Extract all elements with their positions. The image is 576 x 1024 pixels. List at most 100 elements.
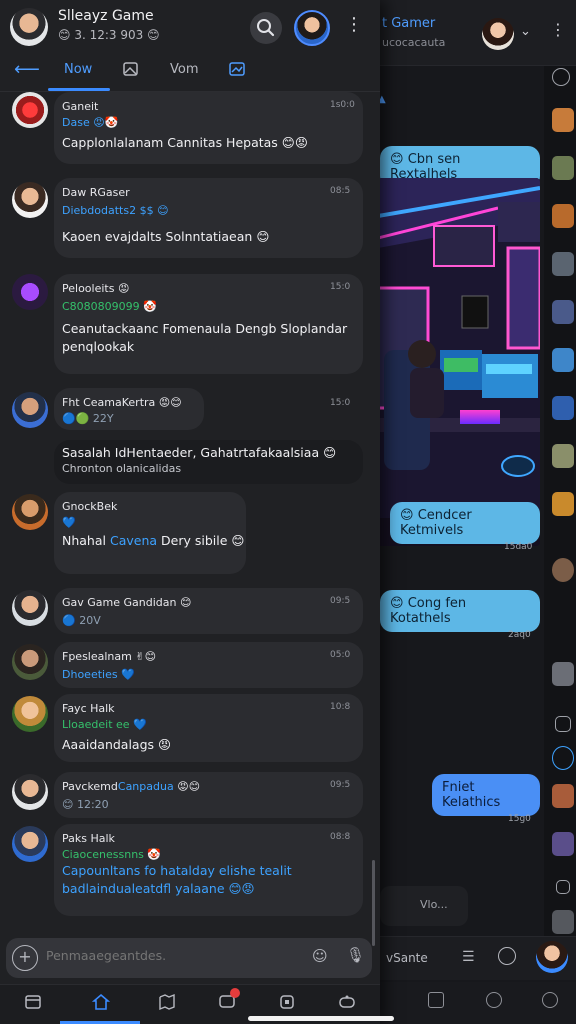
user-avatar[interactable]	[536, 941, 568, 973]
side-thumbnail[interactable]	[552, 832, 574, 856]
message-card[interactable]: Pelooleits 😡 C8080809099 🤡 Ceanutackaanc…	[54, 274, 363, 374]
background-input-bar[interactable]: vSante ☰	[370, 936, 576, 980]
sender-name: Fpeslealnam ✌😊	[62, 650, 157, 663]
tab-media-icon[interactable]	[228, 60, 246, 82]
emoji-icon: 😊	[390, 152, 404, 167]
avatar[interactable]	[12, 92, 48, 128]
gaming-room-photo[interactable]	[378, 178, 540, 546]
list-item[interactable]: Gav Game Gandidan 😊 🔵 20V 09:5	[0, 588, 372, 634]
list-item[interactable]: Ganeit Dase 😡🤡 Capplonlalanam Cannitas H…	[0, 92, 372, 168]
message-time: 15:0	[330, 398, 351, 408]
square-icon	[280, 995, 294, 1009]
side-thumbnail[interactable]	[552, 204, 574, 228]
tab-now[interactable]: Now	[64, 62, 92, 77]
background-chat-subtitle: ucocacauta	[382, 36, 446, 49]
background-message-bubble[interactable]: 😊 Cong fen Kotathels	[380, 590, 540, 632]
background-message-bubble[interactable]: 😊 Cendcer Ketmivels	[390, 502, 540, 544]
side-thumbnail[interactable]	[552, 396, 574, 420]
message-input[interactable]	[46, 948, 296, 963]
message-time: 1s0:0	[330, 100, 355, 110]
message-card[interactable]: Ganeit Dase 😡🤡 Capplonlalanam Cannitas H…	[54, 92, 363, 164]
list-item[interactable]: Fht CeamaKertra 😡😊 🔵🟢 22Y 15:0 Sasalah I…	[0, 388, 372, 484]
list-item[interactable]: Paks Halk Ciaocenessnns 🤡 Capounltans fo…	[0, 824, 372, 918]
message-card[interactable]: PavckemdCanpadua 😡😊 😊 12:20 09:5	[54, 772, 363, 818]
avatar[interactable]	[12, 274, 48, 310]
avatar[interactable]	[12, 696, 48, 732]
arrow-left-icon[interactable]: ⟵	[14, 59, 40, 80]
message-card[interactable]: Daw RGaser Diebdodatts2 $$ 😊 Kaoen evajd…	[54, 178, 363, 258]
side-search-icon[interactable]	[552, 68, 570, 86]
message-feed[interactable]: Ganeit Dase 😡🤡 Capplonlalanam Cannitas H…	[0, 92, 380, 946]
sender-status: C8080809099 🤡	[62, 300, 157, 313]
avatar[interactable]	[12, 644, 48, 680]
list-item[interactable]: Daw RGaser Diebdodatts2 $$ 😊 Kaoen evajd…	[0, 178, 372, 258]
list-item[interactable]: Fayc Halk Lloaedeit ee 💙 Aaaidandalags 😡…	[0, 694, 372, 764]
profile-avatar[interactable]	[294, 10, 330, 46]
list-item[interactable]: GnockBek 💙 Nhahal Cavena Dery sibile 😊	[0, 492, 372, 576]
nav-calendar-icon[interactable]	[20, 993, 46, 1015]
tab-gallery-icon[interactable]	[122, 60, 140, 82]
side-circle-icon[interactable]	[552, 746, 574, 770]
list-item[interactable]: Pelooleits 😡 C8080809099 🤡 Ceanutackaanc…	[0, 274, 372, 374]
search-button[interactable]	[250, 12, 282, 44]
side-square-icon[interactable]	[555, 716, 571, 732]
side-thumbnail[interactable]	[552, 910, 574, 934]
message-card[interactable]: Fht CeamaKertra 😡😊 🔵🟢 22Y	[54, 388, 204, 430]
side-thumbnail[interactable]	[552, 348, 574, 372]
chevron-down-icon[interactable]: ⌄	[520, 24, 531, 39]
message-card[interactable]: Fayc Halk Lloaedeit ee 💙 Aaaidandalags 😡…	[54, 694, 363, 762]
avatar[interactable]	[12, 774, 48, 810]
message-card[interactable]: GnockBek 💙 Nhahal Cavena Dery sibile 😊	[54, 492, 246, 574]
tab-vom[interactable]: Vom	[170, 62, 199, 77]
message-time: 15g0	[508, 814, 531, 824]
nav-home-icon[interactable]	[88, 993, 114, 1015]
message-card[interactable]: Fpeslealnam ✌😊 Dhoeeties 💙 05:0	[54, 642, 363, 688]
side-thumbnail[interactable]	[552, 558, 574, 582]
plus-circle-icon[interactable]: +	[12, 945, 38, 971]
emoji-icon[interactable]: ☺	[312, 947, 328, 965]
background-message-bubble[interactable]: Fniet Kelathics	[432, 774, 540, 816]
message-time: 2aq0	[508, 630, 531, 640]
side-thumbnail[interactable]	[552, 784, 574, 808]
profile-icon[interactable]	[542, 992, 558, 1008]
side-thumbnail[interactable]	[552, 156, 574, 180]
message-card[interactable]: Gav Game Gandidan 😊 🔵 20V 09:5	[54, 588, 363, 634]
emoji-icon: 😡😊	[158, 396, 182, 409]
more-vertical-icon[interactable]: ⋮	[550, 20, 566, 39]
bag-icon[interactable]	[486, 992, 502, 1008]
scrollbar-thumb[interactable]	[372, 860, 375, 946]
menu-icon[interactable]: ☰	[462, 949, 475, 965]
panel-header: Slleayz Game 😊 3. 12:3 903 😊 ⋮	[0, 0, 380, 54]
list-item[interactable]: PavckemdCanpadua 😡😊 😊 12:20 09:5	[0, 772, 372, 818]
side-thumbnail[interactable]	[552, 444, 574, 468]
more-vertical-icon[interactable]: ⋮	[344, 14, 364, 35]
side-thumbnail[interactable]	[552, 492, 574, 516]
side-square-icon[interactable]	[556, 880, 570, 894]
message-card[interactable]: Sasalah IdHentaeder, Gahatrtafakaalsiaa …	[54, 440, 363, 484]
group-avatar[interactable]	[10, 8, 48, 46]
image-icon[interactable]	[428, 992, 444, 1008]
background-input-text[interactable]: vSante	[386, 951, 428, 965]
nav-map-icon[interactable]	[154, 993, 180, 1015]
nav-gamepad-icon[interactable]	[334, 993, 360, 1015]
nav-square-icon[interactable]	[274, 993, 300, 1015]
message-card[interactable]: Paks Halk Ciaocenessnns 🤡 Capounltans fo…	[54, 824, 363, 916]
message-text: Ceanutackaanc Fomenaula Dengb Sloplandar…	[62, 321, 348, 354]
background-contact-avatar[interactable]	[482, 18, 514, 50]
side-thumbnail[interactable]	[552, 108, 574, 132]
search-icon	[257, 19, 275, 37]
side-thumbnail[interactable]	[552, 662, 574, 686]
compass-icon[interactable]	[498, 947, 516, 965]
avatar[interactable]	[12, 494, 48, 530]
side-thumbnail[interactable]	[552, 252, 574, 276]
mic-icon[interactable]: 🎙	[346, 946, 365, 964]
list-item[interactable]: Fpeslealnam ✌😊 Dhoeeties 💙 05:0	[0, 642, 372, 688]
sender-status: Ciaocenessnns 🤡	[62, 848, 162, 861]
side-thumbnail[interactable]	[552, 300, 574, 324]
group-subtitle: 😊 3. 12:3 903 😊	[58, 28, 160, 42]
avatar[interactable]	[12, 392, 48, 428]
avatar[interactable]	[12, 590, 48, 626]
avatar[interactable]	[12, 182, 48, 218]
emoji-icon: 🔵🟢	[62, 412, 90, 425]
avatar[interactable]	[12, 826, 48, 862]
